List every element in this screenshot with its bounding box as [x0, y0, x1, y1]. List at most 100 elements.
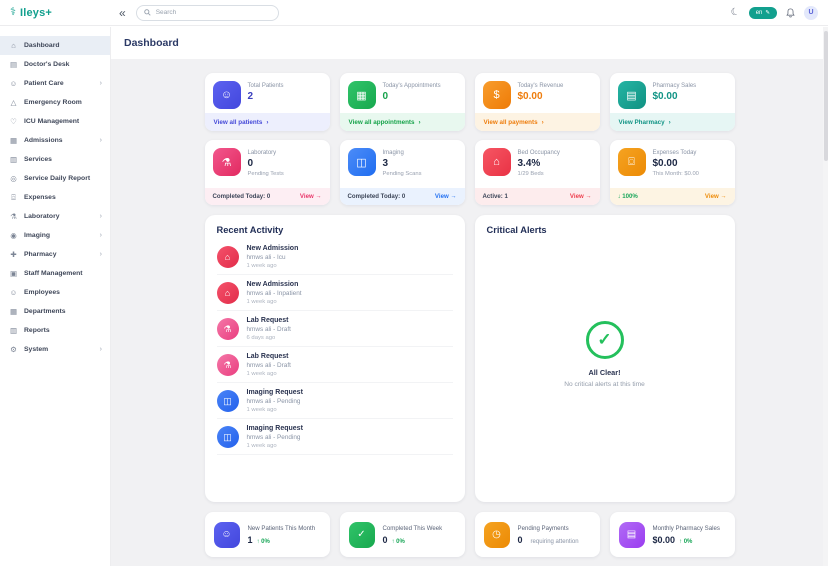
sidebar-item[interactable]: ◎ Service Daily Report: [0, 169, 110, 188]
sidebar-item[interactable]: ▤ Doctor's Desk: [0, 55, 110, 74]
stat-card-link[interactable]: View all payments: [475, 113, 600, 131]
stat-card: ⌼ Expenses Today $0.00 This Month: $0.00…: [610, 140, 735, 205]
sidebar-item-label: Service Daily Report: [24, 175, 90, 182]
stat-card-value: $0.00: [518, 91, 564, 102]
stat-card-link[interactable]: View all appointments: [340, 113, 465, 131]
sidebar-item[interactable]: ♡ ICU Management: [0, 112, 110, 131]
stat-card-sublabel: Pending Tests: [248, 171, 284, 177]
sidebar: ⌂ Dashboard ▤ Doctor's Desk ☺ Patient Ca…: [0, 27, 111, 566]
stat-card: ◫ Imaging 3 Pending Scans Completed Toda…: [340, 140, 465, 205]
stat-card-icon: ▤: [618, 81, 646, 109]
stat-card-footer-text: Completed Today: 0: [348, 193, 406, 200]
stat-card-icon: ▦: [348, 81, 376, 109]
chevron-right-icon: [665, 119, 671, 126]
summary-card-trend: ↑ 0%: [392, 539, 405, 545]
stat-card-label: Today's Appointments: [383, 83, 441, 89]
chevron-right-icon: [100, 213, 102, 220]
sidebar-item-label: Patient Care: [24, 80, 64, 87]
sidebar-item[interactable]: ◉ Imaging: [0, 226, 110, 245]
search-input[interactable]: [156, 9, 271, 16]
stat-card-view-link[interactable]: View →: [570, 193, 592, 200]
language-pill[interactable]: en ✎: [749, 7, 777, 19]
check-circle-icon: ✓: [586, 321, 624, 359]
stat-card-icon: ⌂: [483, 148, 511, 176]
activity-icon: ◫: [217, 390, 239, 412]
topbar-actions: ☾ en ✎ U: [731, 6, 828, 20]
stat-card-value: 2: [248, 91, 284, 102]
stat-card-sublabel: Pending Scans: [383, 171, 422, 177]
activity-list-item[interactable]: ⚗ Lab Request hmws ali - Draft 6 days ag…: [217, 311, 453, 347]
dark-mode-icon[interactable]: ☾: [729, 6, 741, 19]
sidebar-item-label: Departments: [24, 308, 66, 315]
sidebar-item[interactable]: ▦ Departments: [0, 302, 110, 321]
sidebar-item[interactable]: ✚ Pharmacy: [0, 245, 110, 264]
sidebar-item[interactable]: ☺ Employees: [0, 283, 110, 302]
activity-list-item[interactable]: ⌂ New Admission hmws ali - Icu 1 week ag…: [217, 239, 453, 275]
sidebar-item[interactable]: ▥ Services: [0, 150, 110, 169]
sidebar-item-label: Emergency Room: [24, 99, 82, 106]
stat-card-sublabel: This Month: $0.00: [653, 171, 699, 177]
stat-cards-row-1: ☺ Total Patients 2 View all patients ▦: [205, 73, 735, 131]
summary-card: ✓ Completed This Week 0 ↑ 0%: [340, 512, 465, 557]
stat-card-icon: ☺: [213, 81, 241, 109]
summary-card-label: New Patients This Month: [248, 525, 316, 532]
summary-cards-row: ☺ New Patients This Month 1 ↑ 0% ✓ Comp: [205, 512, 735, 557]
sidebar-item-icon: △: [8, 98, 19, 107]
stat-card-value: $0.00: [653, 91, 697, 102]
stat-card-view-link[interactable]: View →: [300, 193, 322, 200]
sidebar-item[interactable]: ▦ Admissions: [0, 131, 110, 150]
activity-icon: ⌂: [217, 246, 239, 268]
activity-timestamp: 1 week ago: [247, 299, 302, 305]
summary-card-icon: ◷: [484, 522, 510, 548]
recent-activity-title: Recent Activity: [217, 225, 453, 235]
activity-subtitle: hmws ali - Inpatient: [247, 290, 302, 297]
stat-card-value: 0: [383, 91, 441, 102]
activity-title: New Admission: [247, 245, 299, 252]
scrollbar-thumb[interactable]: [824, 31, 828, 161]
summary-card-value: $0.00: [653, 535, 676, 545]
sidebar-item[interactable]: ☺ Patient Care: [0, 74, 110, 93]
activity-list-item[interactable]: ◫ Imaging Request hmws ali - Pending 1 w…: [217, 383, 453, 419]
sidebar-item[interactable]: ⚗ Laboratory: [0, 207, 110, 226]
summary-card-label: Completed This Week: [383, 525, 443, 532]
stat-card-label: Pharmacy Sales: [653, 83, 697, 89]
activity-timestamp: 6 days ago: [247, 335, 291, 341]
chevron-right-icon: [538, 119, 544, 126]
sidebar-item[interactable]: ▥ Reports: [0, 321, 110, 340]
sidebar-collapse-icon[interactable]: «: [119, 6, 126, 20]
activity-list-item[interactable]: ◫ Imaging Request hmws ali - Pending 1 w…: [217, 419, 453, 455]
stat-card-view-link[interactable]: View →: [705, 193, 727, 200]
sidebar-item-icon: ▦: [8, 307, 19, 316]
activity-icon: ⌂: [217, 282, 239, 304]
sidebar-item-icon: ▥: [8, 155, 19, 164]
sidebar-item[interactable]: ⌂ Dashboard: [0, 36, 110, 55]
sidebar-item-label: Dashboard: [24, 42, 60, 49]
sidebar-item[interactable]: △ Emergency Room: [0, 93, 110, 112]
stat-card-link[interactable]: View all patients: [205, 113, 330, 131]
stat-card-footer-text: Active: 1: [483, 193, 508, 200]
stat-card-footer-text: Completed Today: 0: [213, 193, 271, 200]
activity-list-item[interactable]: ⚗ Lab Request hmws ali - Draft 1 week ag…: [217, 347, 453, 383]
sidebar-item[interactable]: ⌼ Expenses: [0, 188, 110, 207]
alerts-message: No critical alerts at this time: [564, 381, 645, 388]
language-label: en: [756, 10, 763, 16]
sidebar-item[interactable]: ▣ Staff Management: [0, 264, 110, 283]
stat-card-link[interactable]: View Pharmacy: [610, 113, 735, 131]
notifications-bell-icon[interactable]: [786, 8, 795, 18]
stat-card-label: Laboratory: [248, 150, 284, 156]
summary-card-value: 0: [518, 535, 523, 545]
stat-card-label: Today's Revenue: [518, 83, 564, 89]
sidebar-item-label: Services: [24, 156, 52, 163]
sidebar-item-icon: ☺: [8, 288, 19, 297]
sidebar-item[interactable]: ⚙ System: [0, 340, 110, 359]
stat-card: ⚗ Laboratory 0 Pending Tests Completed T…: [205, 140, 330, 205]
summary-card-trend: ↑ 0%: [679, 539, 692, 545]
stat-card-view-link[interactable]: View →: [435, 193, 457, 200]
search-box[interactable]: [136, 5, 279, 21]
activity-timestamp: 1 week ago: [247, 263, 299, 269]
user-avatar[interactable]: U: [804, 6, 818, 20]
activity-list-item[interactable]: ⌂ New Admission hmws ali - Inpatient 1 w…: [217, 275, 453, 311]
vertical-scrollbar[interactable]: [823, 27, 828, 566]
stat-card-value: 3.4%: [518, 158, 560, 169]
activity-subtitle: hmws ali - Pending: [247, 398, 303, 405]
